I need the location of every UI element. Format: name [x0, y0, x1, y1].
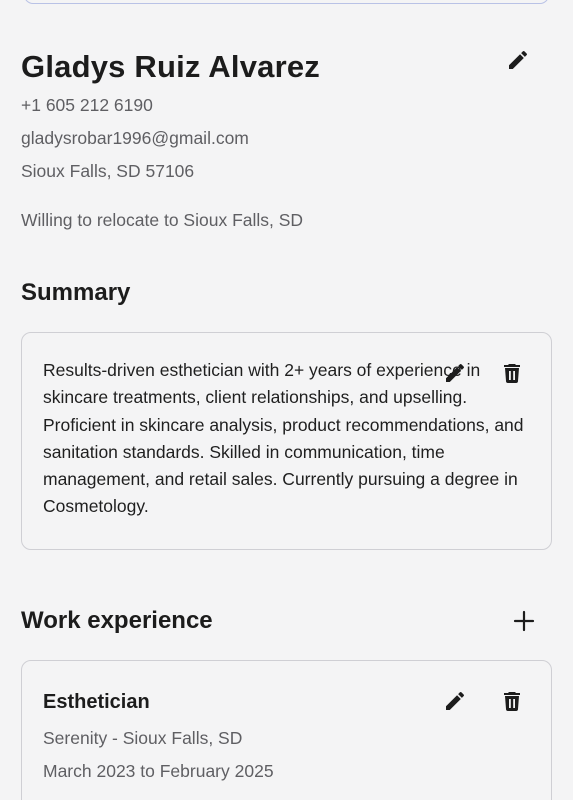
delete-work-experience-button[interactable] — [494, 683, 530, 719]
previous-card-edge — [24, 0, 549, 4]
edit-profile-button[interactable] — [500, 42, 536, 78]
trash-icon — [504, 364, 520, 383]
pencil-icon — [509, 50, 528, 69]
work-experience-heading: Work experience — [21, 607, 213, 634]
profile-name: Gladys Ruiz Alvarez — [21, 49, 320, 84]
add-work-experience-button[interactable] — [506, 603, 542, 639]
summary-card: Results-driven esthetician with 2+ years… — [21, 332, 552, 550]
job-company-location: Serenity - Sioux Falls, SD — [43, 728, 243, 748]
job-dates: March 2023 to February 2025 — [43, 761, 274, 781]
location: Sioux Falls, SD 57106 — [21, 161, 195, 181]
summary-heading: Summary — [21, 279, 131, 306]
phone-number: +1 605 212 6190 — [21, 95, 153, 115]
pencil-icon — [446, 691, 465, 710]
delete-summary-button[interactable] — [494, 355, 530, 391]
relocation-preference: Willing to relocate to Sioux Falls, SD — [21, 210, 304, 230]
pencil-icon — [446, 363, 465, 382]
edit-summary-button[interactable] — [437, 355, 473, 391]
plus-icon — [513, 610, 535, 632]
trash-icon — [504, 692, 520, 711]
edit-work-experience-button[interactable] — [437, 683, 473, 719]
work-experience-card: Esthetician Serenity - Sioux Falls, SD M… — [21, 660, 552, 800]
email-address: gladysrobar1996@gmail.com — [21, 128, 249, 148]
resume-page: Gladys Ruiz Alvarez +1 605 212 6190 glad… — [0, 0, 573, 800]
job-title: Esthetician — [43, 691, 150, 713]
